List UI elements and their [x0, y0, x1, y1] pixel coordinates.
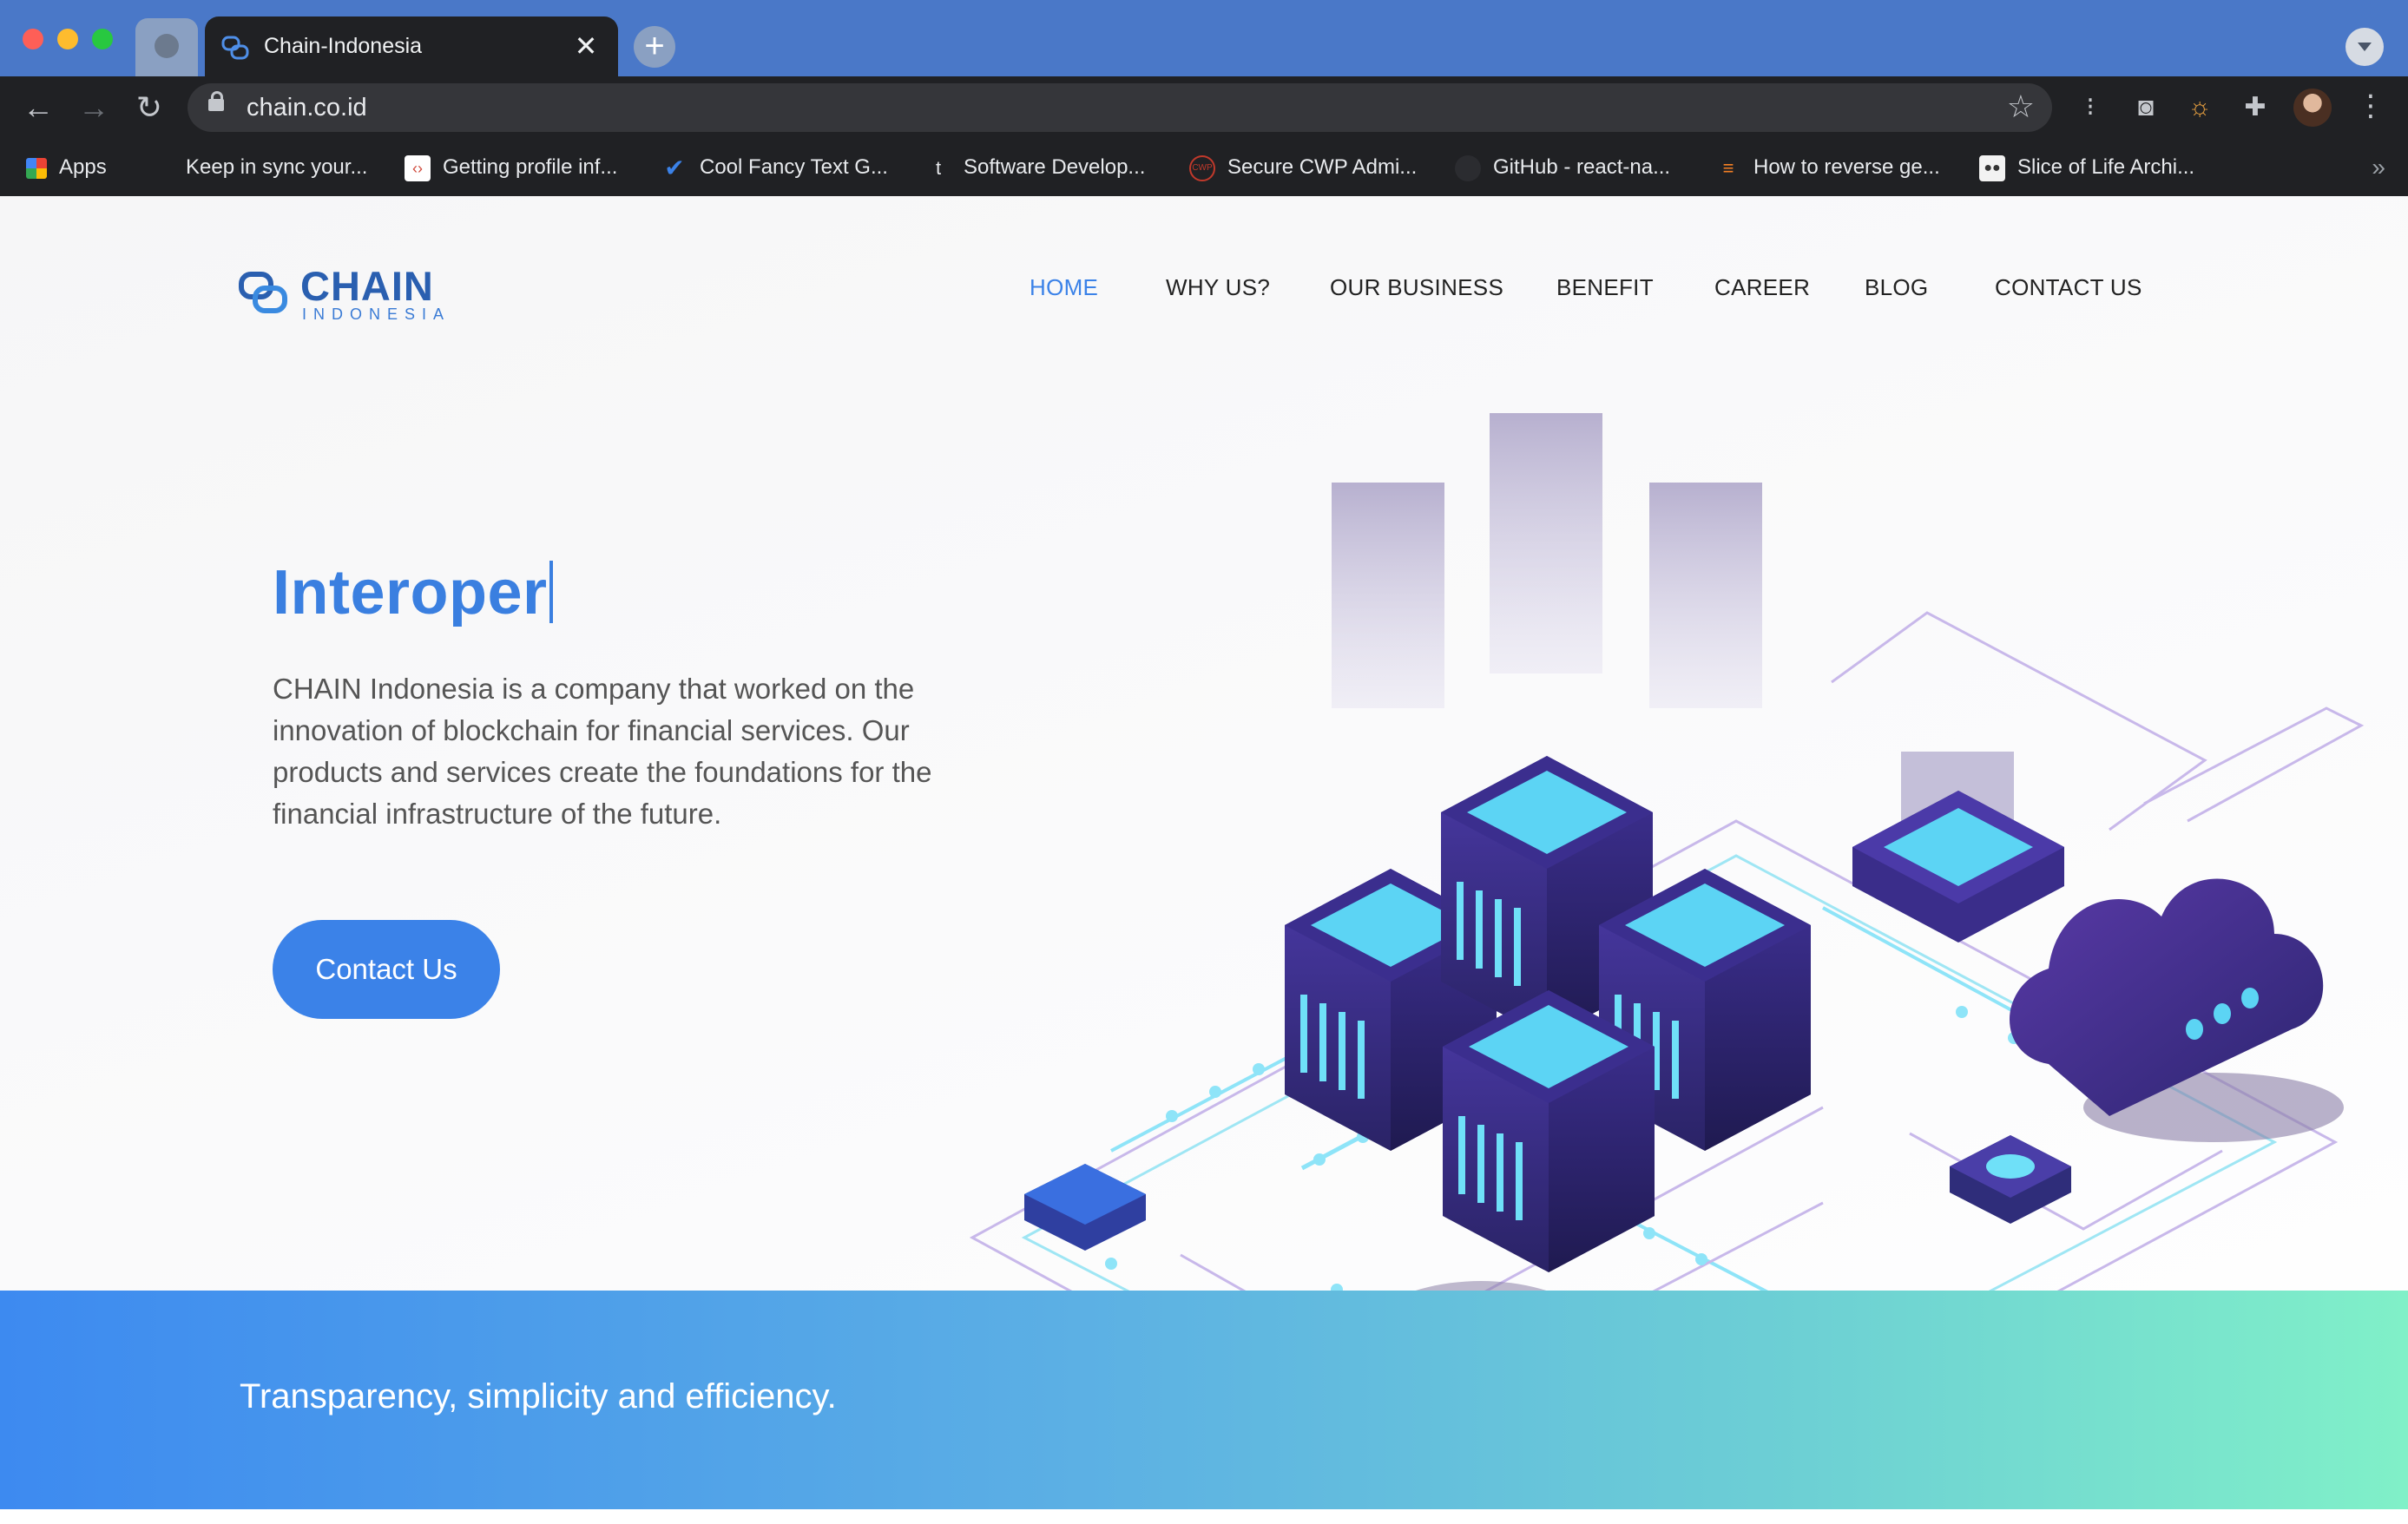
- globe-icon: [155, 34, 179, 58]
- minimize-window-button[interactable]: [57, 29, 78, 49]
- active-tab[interactable]: Chain-Indonesia ✕: [205, 16, 618, 76]
- bookmarks-bar: Apps Keep in sync your... ‹› Getting prof…: [0, 139, 2408, 196]
- background-tab[interactable]: [135, 18, 198, 76]
- t-icon: t: [935, 156, 942, 179]
- small-block: [1950, 1135, 2071, 1224]
- nav-career[interactable]: CAREER: [1714, 274, 1810, 301]
- tagline-text: Transparency, simplicity and efficiency.: [240, 1377, 837, 1416]
- extension-icon[interactable]: ⁝: [2075, 92, 2106, 123]
- menu-icon[interactable]: ⋮: [2356, 89, 2385, 127]
- bookmark-item[interactable]: GitHub - react-na...: [1455, 151, 1670, 184]
- cwp-icon: CWP: [1189, 154, 1215, 181]
- typing-caret: [549, 561, 553, 623]
- web-page: CHAIN INDONESIA HOME WHY US? OUR BUSINES…: [0, 196, 2408, 1524]
- nav-blog[interactable]: BLOG: [1865, 274, 1928, 301]
- forward-icon[interactable]: →: [71, 85, 116, 130]
- logo-subtitle: INDONESIA: [302, 305, 451, 323]
- checkmark-icon: ✔: [664, 154, 685, 181]
- url-text[interactable]: chain.co.id: [247, 94, 367, 122]
- extension-icon[interactable]: ☼: [2184, 92, 2215, 123]
- avatar[interactable]: [2293, 89, 2332, 127]
- browser-toolbar: ← → ↻ chain.co.id ☆ ⁝ ◙ ☼ ✚ ⋮: [0, 76, 2408, 139]
- chain-favicon-icon: [221, 36, 249, 60]
- tab-title: Chain-Indonesia: [264, 34, 423, 58]
- bookmark-item[interactable]: ≡ How to reverse ge...: [1715, 151, 1940, 184]
- nav-benefit[interactable]: BENEFIT: [1556, 274, 1654, 301]
- chip-block: [1852, 791, 2064, 943]
- star-icon[interactable]: ☆: [2007, 89, 2035, 125]
- server-cube: [1443, 990, 1655, 1272]
- stackoverflow-icon: ≡: [1722, 156, 1734, 179]
- puzzle-icon[interactable]: ✚: [2240, 92, 2271, 123]
- tab-search-button[interactable]: [2345, 28, 2384, 66]
- lock-icon[interactable]: [208, 91, 224, 111]
- reload-icon[interactable]: ↻: [127, 85, 172, 130]
- image-icon: ●●: [1979, 154, 2005, 181]
- nav-why-us[interactable]: WHY US?: [1166, 274, 1270, 301]
- bookmark-item[interactable]: CWP Secure CWP Admi...: [1189, 151, 1417, 184]
- chain-logo-icon: [239, 272, 287, 313]
- nav-home[interactable]: HOME: [1030, 274, 1098, 301]
- github-icon: [1455, 154, 1481, 181]
- code-icon: ‹›: [405, 154, 431, 181]
- nav-our-business[interactable]: OUR BUSINESS: [1330, 274, 1503, 301]
- close-icon[interactable]: ✕: [569, 30, 602, 62]
- site-logo[interactable]: CHAIN INDONESIA: [238, 262, 464, 323]
- bookmarks-overflow-button[interactable]: »: [2372, 151, 2385, 184]
- close-window-button[interactable]: [23, 29, 43, 49]
- bookmark-item[interactable]: ✔ Cool Fancy Text G...: [661, 151, 888, 184]
- hero-description: CHAIN Indonesia is a company that worked…: [273, 673, 932, 830]
- contact-us-button[interactable]: Contact Us: [273, 920, 500, 1019]
- bookmark-item[interactable]: Keep in sync your...: [186, 151, 367, 184]
- apps-grid-icon: [26, 157, 47, 179]
- page-bottom-strip: [0, 1509, 2408, 1524]
- small-block: [1024, 1164, 1146, 1251]
- bookmark-item[interactable]: t Software Develop...: [925, 151, 1146, 184]
- address-bar[interactable]: chain.co.id ☆: [188, 83, 2052, 132]
- bookmark-item[interactable]: ●● Slice of Life Archi...: [1979, 151, 2194, 184]
- bookmark-item[interactable]: ‹› Getting profile inf...: [405, 151, 617, 184]
- hero-title: Interoper: [273, 557, 553, 628]
- cloud-icon: [2010, 878, 2344, 1142]
- logo-word: CHAIN: [300, 263, 434, 309]
- nav-contact-us[interactable]: CONTACT US: [1995, 274, 2142, 301]
- back-icon[interactable]: ←: [16, 85, 61, 130]
- new-tab-button[interactable]: +: [634, 26, 675, 68]
- camera-icon[interactable]: ◙: [2130, 92, 2161, 123]
- tagline-band: Transparency, simplicity and efficiency.: [0, 1291, 2408, 1509]
- maximize-window-button[interactable]: [92, 29, 113, 49]
- bookmark-apps[interactable]: Apps: [26, 151, 107, 184]
- tab-strip: Chain-Indonesia ✕ +: [0, 0, 2408, 76]
